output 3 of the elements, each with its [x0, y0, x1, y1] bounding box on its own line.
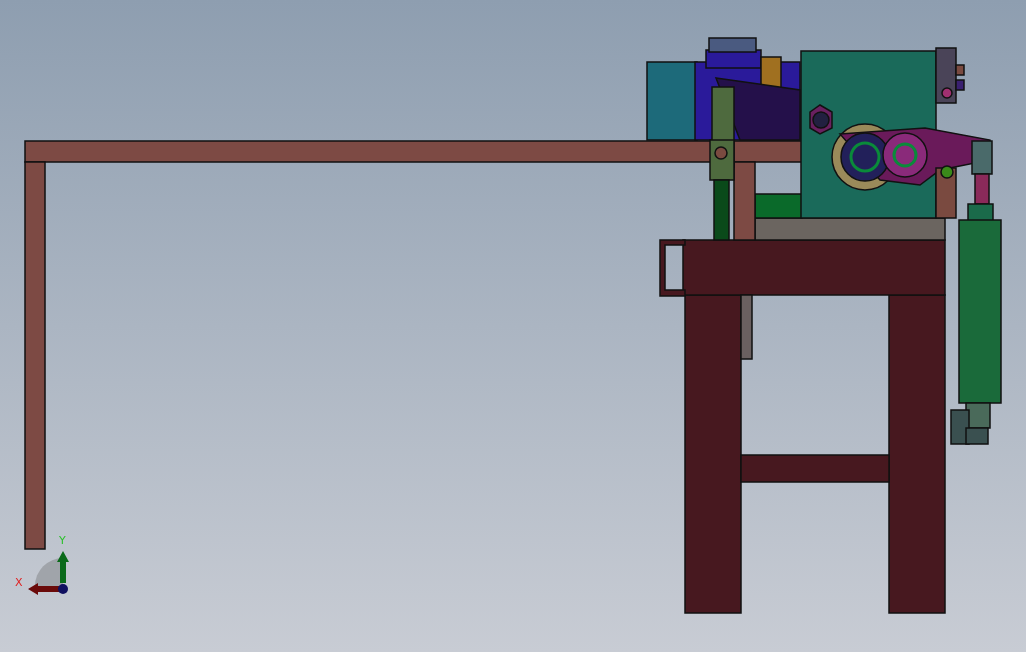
- axis-label: Y: [59, 534, 66, 547]
- axis-label: X: [15, 576, 23, 589]
- axis-triad: [28, 551, 69, 595]
